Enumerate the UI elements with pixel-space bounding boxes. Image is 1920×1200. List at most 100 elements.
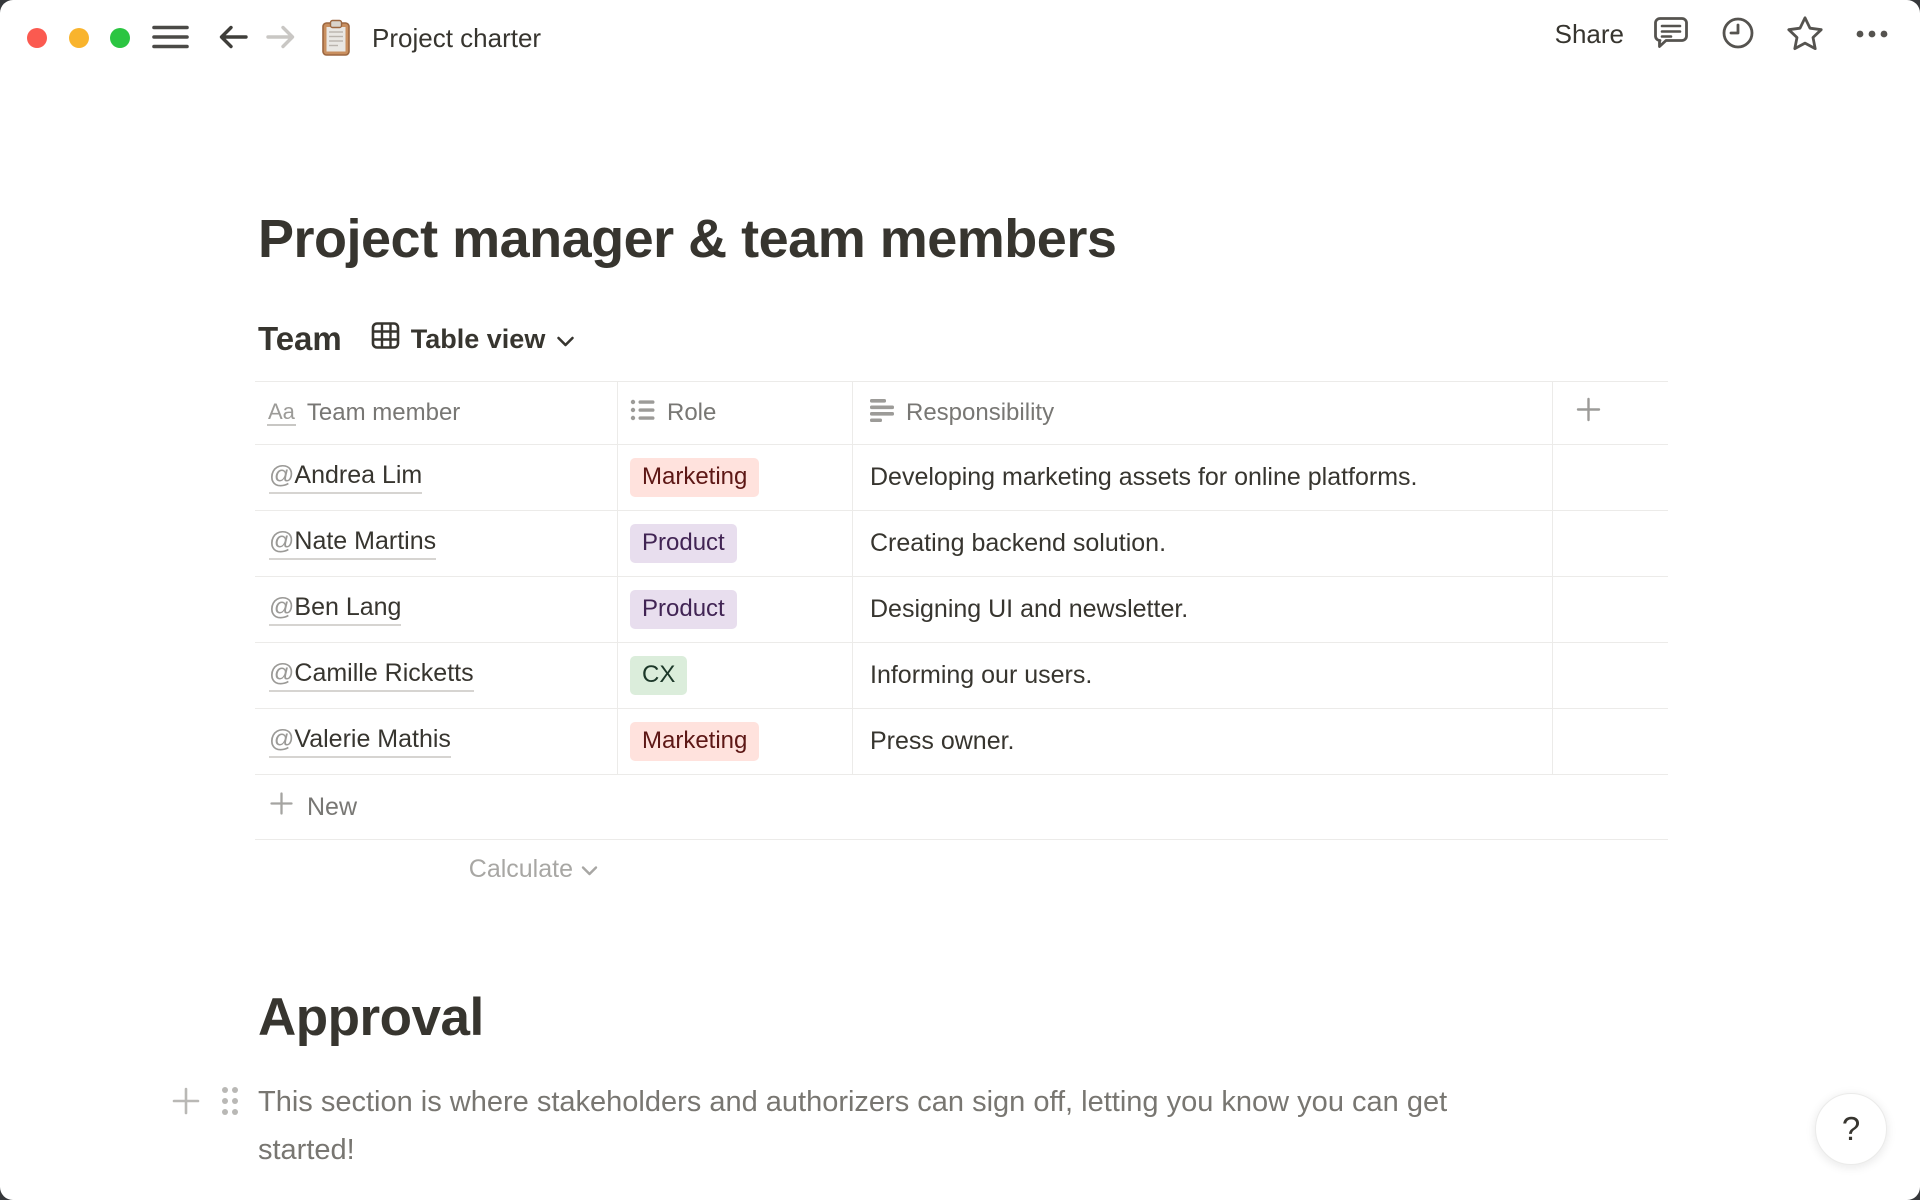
responsibility-cell[interactable]: Press owner. [853, 709, 1553, 774]
paragraph-line: This section is where stakeholders and a… [258, 1086, 1448, 1118]
person-mention[interactable]: @Andrea Lim [269, 461, 423, 495]
chevron-down-icon [556, 324, 575, 355]
empty-cell [1553, 445, 1668, 510]
table-row: @Ben Lang Product Designing UI and newslet… [255, 577, 1668, 643]
empty-cell [1553, 709, 1668, 774]
role-cell[interactable]: CX [618, 643, 853, 708]
hamburger-menu-icon [151, 24, 189, 53]
team-member-cell[interactable]: @Ben Lang [255, 577, 618, 642]
top-bar: Project charter Share [0, 0, 1920, 64]
person-mention[interactable]: @Ben Lang [269, 593, 402, 627]
chevron-down-icon [581, 855, 598, 884]
text-lines-icon [870, 398, 895, 429]
responsibility-text: Informing our users. [870, 661, 1093, 689]
responsibility-text: Developing marketing assets for online p… [870, 463, 1418, 491]
table-view-label: Table view [410, 323, 546, 354]
role-badge[interactable]: Marketing [630, 458, 760, 497]
plus-icon [171, 1086, 201, 1119]
table-row: @Camille Ricketts CX Informing our users. [255, 643, 1668, 709]
team-member-cell[interactable]: @Andrea Lim [255, 445, 618, 510]
back-button[interactable] [213, 20, 253, 56]
role-badge[interactable]: Marketing [630, 722, 760, 761]
column-label: Team member [306, 399, 461, 426]
column-label: Responsibility [906, 399, 1055, 426]
app-window: Project charter Share Project manager & … [0, 0, 1920, 1200]
empty-cell [1553, 643, 1668, 708]
forward-button[interactable] [261, 20, 301, 56]
add-column-button[interactable] [1553, 382, 1668, 444]
role-badge[interactable]: Product [630, 524, 737, 563]
column-header-team-member[interactable]: Aa Team member [255, 382, 618, 444]
responsibility-cell[interactable]: Designing UI and newsletter. [853, 577, 1553, 642]
add-block-button[interactable] [170, 1086, 202, 1118]
person-mention[interactable]: @Camille Ricketts [269, 659, 474, 693]
team-member-cell[interactable]: @Camille Ricketts [255, 643, 618, 708]
text-aa-icon: Aa [267, 400, 296, 427]
star-icon [1786, 15, 1824, 54]
select-list-icon [630, 398, 656, 429]
paragraph-block[interactable]: This section is where stakeholders and a… [258, 1078, 1648, 1174]
window-close-button[interactable] [27, 28, 47, 48]
arrow-left-icon [216, 21, 250, 56]
table-row: @Valerie Mathis Marketing Press owner. [255, 709, 1668, 775]
table-row: @Andrea Lim Marketing Developing marketing… [255, 445, 1668, 511]
team-member-cell[interactable]: @Nate Martins [255, 511, 618, 576]
team-table: Aa Team member Role Responsibility @Andr… [255, 381, 1668, 898]
table-grid-icon [371, 321, 400, 357]
ellipsis-icon [1855, 27, 1889, 42]
window-minimize-button[interactable] [69, 28, 89, 48]
responsibility-text: Press owner. [870, 727, 1015, 755]
calculate-button[interactable]: Calculate [255, 840, 618, 898]
window-zoom-button[interactable] [110, 28, 130, 48]
role-cell[interactable]: Marketing [618, 445, 853, 510]
column-header-responsibility[interactable]: Responsibility [853, 382, 1553, 444]
topbar-actions: Share [1555, 15, 1892, 54]
database-title[interactable]: Team [258, 320, 342, 358]
column-header-role[interactable]: Role [618, 382, 853, 444]
responsibility-cell[interactable]: Informing our users. [853, 643, 1553, 708]
updates-button[interactable] [1718, 16, 1758, 52]
role-cell[interactable]: Marketing [618, 709, 853, 774]
drag-handle-icon [219, 1084, 241, 1121]
role-badge[interactable]: CX [630, 656, 688, 695]
comments-button[interactable] [1651, 16, 1691, 52]
new-row-button[interactable]: New [255, 775, 1668, 840]
database-header: Team Table view [258, 316, 575, 362]
favorite-button[interactable] [1785, 15, 1825, 54]
role-cell[interactable]: Product [618, 511, 853, 576]
team-member-cell[interactable]: @Valerie Mathis [255, 709, 618, 774]
page-title[interactable]: Project manager & team members [258, 206, 1117, 272]
question-mark-label: ? [1841, 1110, 1861, 1147]
calculate-label: Calculate [468, 854, 573, 883]
sidebar-menu-button[interactable] [150, 24, 190, 52]
responsibility-text: Creating backend solution. [870, 529, 1167, 557]
person-mention[interactable]: @Nate Martins [269, 527, 437, 561]
new-row-label: New [307, 792, 358, 821]
table-body: @Andrea Lim Marketing Developing marketing… [255, 445, 1668, 775]
table-view-switcher[interactable]: Table view [371, 321, 576, 357]
empty-cell [1553, 577, 1668, 642]
breadcrumb-page-title[interactable]: Project charter [372, 22, 541, 54]
column-label: Role [667, 399, 717, 426]
plus-icon [1575, 396, 1602, 430]
paragraph-line: started! [258, 1134, 355, 1166]
plus-icon [269, 791, 294, 823]
role-badge[interactable]: Product [630, 590, 737, 629]
person-mention[interactable]: @Valerie Mathis [269, 725, 451, 759]
table-row: @Nate Martins Product Creating backend sol… [255, 511, 1668, 577]
comment-bubble-icon [1652, 15, 1690, 54]
clock-icon [1720, 15, 1756, 54]
responsibility-cell[interactable]: Developing marketing assets for online p… [853, 445, 1553, 510]
responsibility-cell[interactable]: Creating backend solution. [853, 511, 1553, 576]
table-header-row: Aa Team member Role Responsibility [255, 381, 1668, 445]
clipboard-icon [320, 19, 352, 57]
drag-handle[interactable] [216, 1084, 244, 1120]
responsibility-text: Designing UI and newsletter. [870, 595, 1189, 623]
more-options-button[interactable] [1852, 16, 1892, 52]
help-button[interactable]: ? [1815, 1093, 1887, 1165]
approval-heading[interactable]: Approval [258, 986, 484, 1050]
share-button[interactable]: Share [1555, 19, 1624, 50]
role-cell[interactable]: Product [618, 577, 853, 642]
empty-cell [1553, 511, 1668, 576]
arrow-right-icon [264, 21, 298, 56]
